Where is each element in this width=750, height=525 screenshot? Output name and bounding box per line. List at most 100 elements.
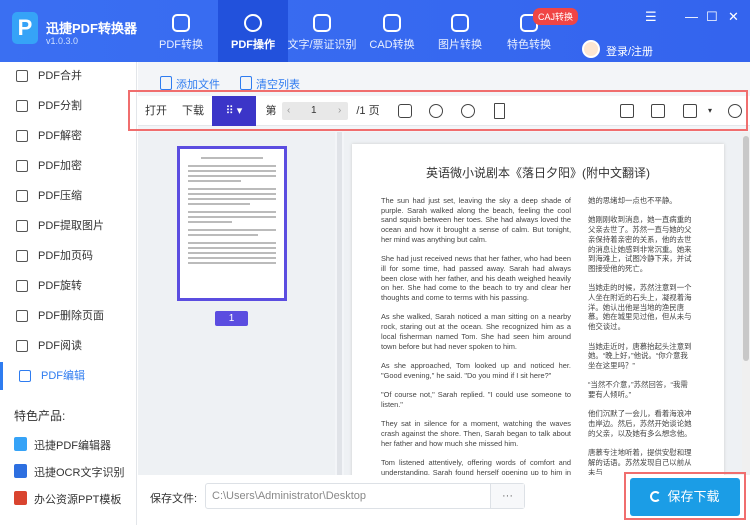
delete-page-icon: [16, 310, 28, 322]
ppt-icon: [14, 491, 27, 505]
tab-label: CAD转换: [369, 39, 415, 51]
page-thumbnail[interactable]: [177, 146, 287, 301]
tab-image-convert[interactable]: 图片转换: [425, 0, 495, 62]
caj-badge: CAJ转换: [533, 8, 579, 25]
label: PDF旋转: [38, 280, 82, 292]
edit-icon: [19, 370, 31, 382]
paragraph: As she walked, Sarah noticed a man sitti…: [381, 312, 571, 351]
page-number-icon: [16, 250, 28, 262]
pdf-editor-icon: [14, 437, 27, 451]
label: PDF压缩: [38, 190, 82, 202]
label: PDF加密: [38, 160, 82, 172]
sidebar-item-split[interactable]: PDF分割: [0, 92, 137, 120]
product-ppt-templates[interactable]: 办公资源PPT模板: [14, 491, 121, 507]
tab-label: 特色转换: [507, 39, 551, 51]
thumbnail-panel: 1: [138, 132, 335, 475]
label: PDF阅读: [38, 340, 82, 352]
paragraph: They sat in silence for a moment, watchi…: [381, 419, 571, 448]
image-icon: [451, 14, 469, 32]
tab-pdf-convert[interactable]: PDF转换: [146, 0, 216, 62]
app-logo: P: [12, 12, 38, 44]
label: PDF分割: [38, 100, 82, 112]
ocr-icon: [14, 464, 27, 478]
label: PDF解密: [38, 130, 82, 142]
paragraph: Tom listened attentively, offering words…: [381, 457, 571, 475]
sidebar: PDF合并 PDF分割 PDF解密 PDF加密 PDF压缩 PDF提取图片 PD…: [0, 62, 137, 525]
toolbar-highlight: [128, 90, 748, 131]
sidebar-item-encrypt[interactable]: PDF加密: [0, 152, 137, 180]
sidebar-item-compress[interactable]: PDF压缩: [0, 182, 137, 210]
main-area: 添加文件 清空列表 打开 下载 ⠿ ▾ 第 ‹ 1 › /1 页 ▾ 1 英语微…: [128, 62, 750, 475]
merge-icon: [16, 70, 28, 82]
tab-pdf-operations[interactable]: PDF操作: [218, 0, 288, 62]
sidebar-item-decrypt[interactable]: PDF解密: [0, 122, 137, 150]
sidebar-item-delete-pages[interactable]: PDF删除页面: [0, 302, 137, 330]
tab-label: PDF转换: [159, 39, 203, 51]
scan-icon: [313, 14, 331, 32]
convert-icon: [172, 14, 190, 32]
scrollbar-thumb[interactable]: [743, 136, 749, 361]
login-link[interactable]: 登录/注册: [606, 43, 653, 59]
shield-icon: [16, 160, 28, 172]
paragraph: 她的思绪却一点也不平静。: [588, 196, 677, 205]
paragraph: “当然不介意，”苏然回答，“我需要有人倾听。”: [588, 380, 688, 399]
tab-label: 图片转换: [438, 39, 482, 51]
chinese-column: 她的思绪却一点也不平静。 她刚刚收到消息，她一直病重的父亲去世了。苏然一直与她的…: [588, 196, 692, 475]
book-icon: [16, 340, 28, 352]
paragraph: The sun had just set, leaving the sky a …: [381, 196, 571, 244]
paragraph: 当她走近时，唐慕抬起头注意到她。“晚上好，”他说。“你介意我坐在这里吗？”: [588, 341, 692, 370]
browse-button[interactable]: ···: [490, 484, 524, 508]
featured-title: 特色产品:: [14, 409, 66, 423]
rotate-icon: [16, 280, 28, 292]
label: 迅捷OCR文字识别: [34, 467, 125, 479]
vertical-scrollbar[interactable]: [742, 132, 750, 475]
refresh-icon: [650, 491, 662, 502]
sidebar-item-page-numbers[interactable]: PDF加页码: [0, 242, 137, 270]
label: PDF编辑: [41, 370, 85, 382]
save-location-label: 保存文件:: [150, 493, 198, 505]
save-highlight: 保存下载: [624, 472, 746, 520]
label: PDF加页码: [38, 250, 93, 262]
paragraph: 当她走的时候，苏然注意到一个人坐在附近的石头上，凝视着海洋。她认出他是当地的渔民…: [588, 283, 692, 332]
english-column: The sun had just set, leaving the sky a …: [381, 196, 571, 475]
maximize-button[interactable]: ☐: [706, 9, 718, 25]
app-name: 迅捷PDF转换器: [46, 21, 138, 36]
header: P 迅捷PDF转换器 v1.0.3.0 PDF转换 PDF操作 文字/票证识别 …: [0, 0, 750, 62]
document-page: 英语微小说剧本《落日夕阳》(附中文翻译) The sun had just se…: [352, 144, 724, 475]
close-button[interactable]: ✕: [728, 9, 739, 25]
sidebar-item-read[interactable]: PDF阅读: [0, 332, 137, 360]
split-icon: [16, 100, 28, 112]
save-download-label: 保存下载: [667, 489, 720, 504]
label: PDF提取图片: [38, 220, 104, 232]
gear-icon: [244, 14, 262, 32]
document-viewer: 英语微小说剧本《落日夕阳》(附中文翻译) The sun had just se…: [344, 132, 744, 475]
bottom-bar: 保存文件: C:\Users\Administrator\Desktop ··· …: [138, 472, 750, 525]
sidebar-item-rotate[interactable]: PDF旋转: [0, 272, 137, 300]
paragraph: 唐慕专注地听着，提供安慰和理解的话语。苏然发现自己以前从未与: [588, 448, 692, 475]
minimize-button[interactable]: —: [685, 9, 698, 24]
product-ocr[interactable]: 迅捷OCR文字识别: [14, 464, 124, 480]
product-pdf-editor[interactable]: 迅捷PDF编辑器: [14, 437, 111, 453]
image-icon: [16, 220, 28, 232]
label: PDF合并: [38, 70, 82, 82]
paragraph: As she approached, Tom looked up and not…: [381, 360, 571, 380]
sidebar-item-edit[interactable]: PDF编辑: [0, 362, 137, 390]
save-path: C:\Users\Administrator\Desktop: [212, 490, 367, 502]
paragraph: 她刚刚收到消息，她一直病重的父亲去世了。苏然一直与她的父亲保持着亲密的关系，他的…: [588, 215, 692, 273]
panel-splitter[interactable]: [337, 132, 342, 475]
tab-cad-convert[interactable]: CAD转换: [357, 0, 427, 62]
save-path-input[interactable]: C:\Users\Administrator\Desktop ···: [205, 483, 525, 509]
sidebar-item-extract-images[interactable]: PDF提取图片: [0, 212, 137, 240]
paragraph: 他们沉默了一会儿，看着海浪冲击岸边。然后，苏然开始谈论她的父亲，以及她有多么想念…: [588, 409, 692, 438]
document-title: 英语微小说剧本《落日夕阳》(附中文翻译): [426, 166, 650, 180]
paragraph: She had just received news that her fath…: [381, 254, 571, 303]
thumbnail-page-number[interactable]: 1: [215, 311, 248, 326]
avatar[interactable]: [582, 40, 600, 58]
app-version: v1.0.3.0: [46, 36, 79, 46]
sidebar-item-merge[interactable]: PDF合并: [0, 62, 137, 90]
save-download-button[interactable]: 保存下载: [630, 478, 740, 516]
menu-icon[interactable]: ☰: [645, 9, 657, 25]
tab-ocr[interactable]: 文字/票证识别: [284, 0, 360, 62]
unlock-icon: [16, 130, 28, 142]
label: PDF删除页面: [38, 310, 104, 322]
